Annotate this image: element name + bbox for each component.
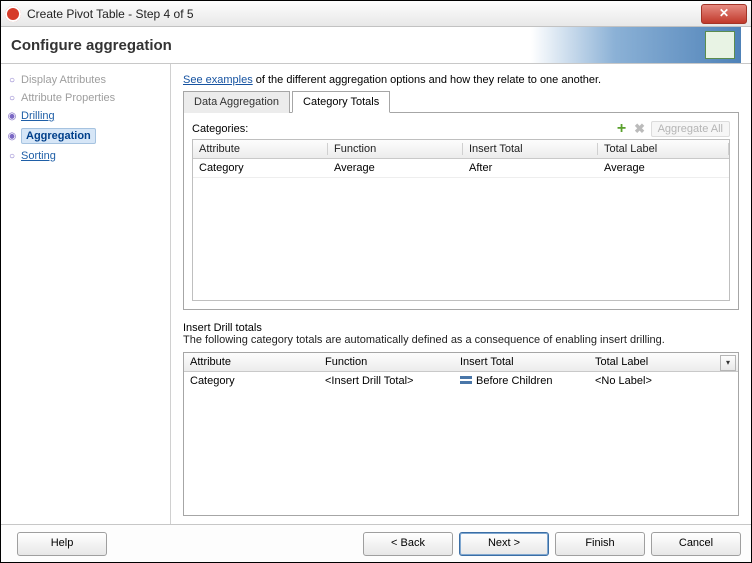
cell-attribute: Category <box>184 375 319 387</box>
back-button[interactable]: < Back <box>363 532 453 556</box>
titlebar: Create Pivot Table - Step 4 of 5 ✕ <box>1 1 751 27</box>
chevron-down-icon[interactable]: ▾ <box>720 355 736 371</box>
wizard-step-aggregation[interactable]: ◉ Aggregation <box>5 126 166 146</box>
insert-drill-subtitle: The following category totals are automa… <box>183 334 739 346</box>
dialog-window: Create Pivot Table - Step 4 of 5 ✕ Confi… <box>0 0 752 563</box>
step-dot-icon: ○ <box>7 75 17 86</box>
cell-total-label: <No Label> <box>589 375 738 387</box>
table-row[interactable]: Category <Insert Drill Total> Before Chi… <box>184 372 738 390</box>
col-insert-total[interactable]: Insert Total <box>463 143 598 155</box>
intro-rest: of the different aggregation options and… <box>253 74 601 86</box>
insert-drill-table[interactable]: Attribute Function Insert Total Total La… <box>184 353 738 515</box>
categories-panel: Categories: + ✖ Aggregate All Attribute … <box>183 113 739 310</box>
delete-icon: ✖ <box>633 122 647 136</box>
col-total-label[interactable]: Total Label <box>598 143 729 155</box>
aggregation-tabs: Data Aggregation Category Totals <box>183 90 739 113</box>
main-area: ○ Display Attributes ○ Attribute Propert… <box>1 64 751 524</box>
cell-insert-total: Before Children <box>454 375 589 387</box>
categories-label: Categories: <box>192 123 615 135</box>
page-title: Configure aggregation <box>11 37 531 54</box>
cell-insert-total[interactable]: After <box>463 162 598 174</box>
window-title: Create Pivot Table - Step 4 of 5 <box>27 7 701 21</box>
add-icon[interactable]: + <box>615 122 629 136</box>
col-attribute[interactable]: Attribute <box>193 143 328 155</box>
col-function[interactable]: Function <box>319 356 454 368</box>
col-total-label[interactable]: Total Label <box>589 356 738 368</box>
pivot-table-icon <box>705 31 735 59</box>
wizard-step-label: Drilling <box>21 110 55 122</box>
col-function[interactable]: Function <box>328 143 463 155</box>
wizard-steps-sidebar: ○ Display Attributes ○ Attribute Propert… <box>1 64 171 524</box>
col-attribute[interactable]: Attribute <box>184 356 319 368</box>
cancel-button[interactable]: Cancel <box>651 532 741 556</box>
intro-text: See examples of the different aggregatio… <box>183 74 739 86</box>
cell-attribute[interactable]: Category <box>193 162 328 174</box>
close-button[interactable]: ✕ <box>701 4 747 24</box>
wizard-step-label: Attribute Properties <box>21 92 115 104</box>
step-dot-icon: ◉ <box>7 111 17 122</box>
finish-button[interactable]: Finish <box>555 532 645 556</box>
cell-function[interactable]: Average <box>328 162 463 174</box>
content-area: See examples of the different aggregatio… <box>171 64 751 524</box>
button-bar: Help < Back Next > Finish Cancel <box>1 524 751 562</box>
col-insert-total[interactable]: Insert Total <box>454 356 589 368</box>
see-examples-link[interactable]: See examples <box>183 74 253 86</box>
step-dot-icon: ○ <box>7 93 17 104</box>
wizard-step-label: Sorting <box>21 150 56 162</box>
tab-data-aggregation[interactable]: Data Aggregation <box>183 91 290 113</box>
step-dot-icon: ◉ <box>7 131 17 142</box>
wizard-step-label: Aggregation <box>21 128 96 144</box>
header: Configure aggregation <box>1 27 751 64</box>
wizard-step-label: Display Attributes <box>21 74 106 86</box>
categories-table[interactable]: Attribute Function Insert Total Total La… <box>192 139 730 301</box>
next-button[interactable]: Next > <box>459 532 549 556</box>
insert-total-icon <box>460 376 472 386</box>
wizard-step-attribute-properties[interactable]: ○ Attribute Properties <box>5 90 166 106</box>
wizard-step-display-attributes[interactable]: ○ Display Attributes <box>5 72 166 88</box>
categories-header: Categories: + ✖ Aggregate All <box>192 121 730 137</box>
aggregate-all-button: Aggregate All <box>651 121 730 137</box>
app-icon <box>5 6 21 22</box>
insert-drill-panel: Attribute Function Insert Total Total La… <box>183 352 739 516</box>
step-dot-icon: ○ <box>7 151 17 162</box>
wizard-step-drilling[interactable]: ◉ Drilling <box>5 108 166 124</box>
tab-category-totals[interactable]: Category Totals <box>292 91 390 113</box>
table-row[interactable]: Category Average After Average <box>193 159 729 178</box>
table-header-row: Attribute Function Insert Total Total La… <box>184 353 738 372</box>
cell-insert-total-text: Before Children <box>476 375 552 387</box>
cell-total-label[interactable]: Average <box>598 162 729 174</box>
table-header-row: Attribute Function Insert Total Total La… <box>193 140 729 159</box>
wizard-step-sorting[interactable]: ○ Sorting <box>5 148 166 164</box>
insert-drill-title: Insert Drill totals <box>183 322 739 334</box>
help-button[interactable]: Help <box>17 532 107 556</box>
header-decoration <box>531 27 741 63</box>
cell-function: <Insert Drill Total> <box>319 375 454 387</box>
